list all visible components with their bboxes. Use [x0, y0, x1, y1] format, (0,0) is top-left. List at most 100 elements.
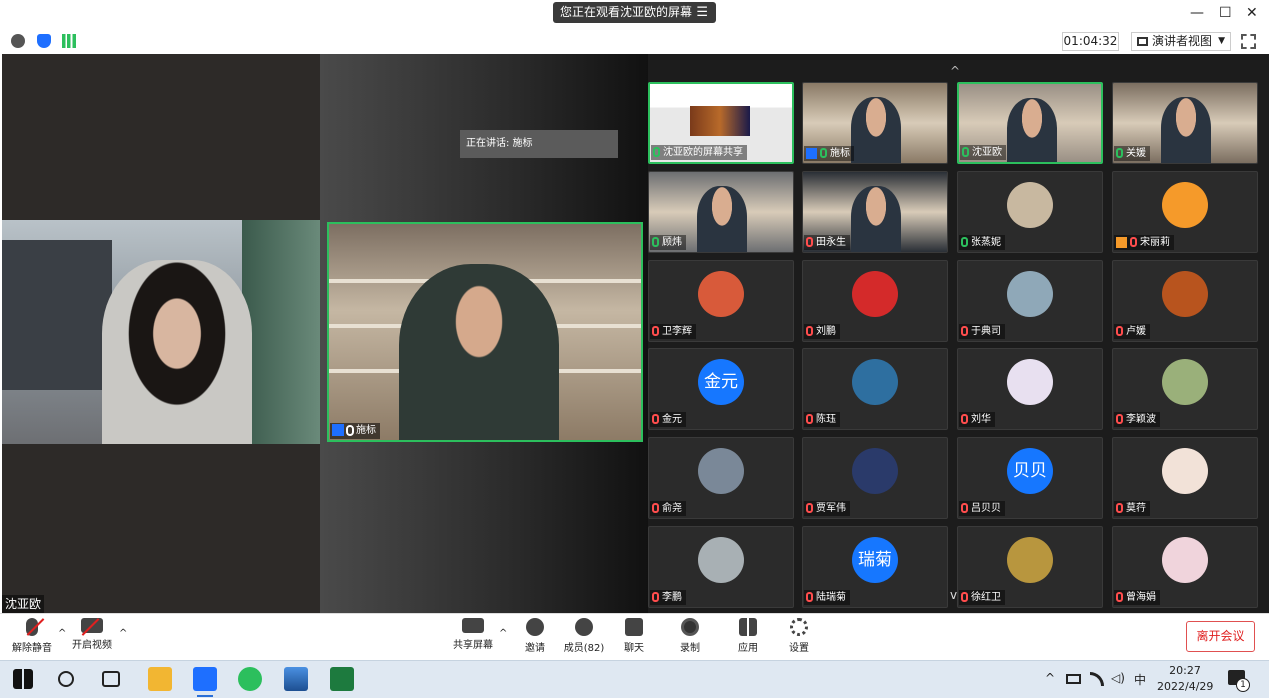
- participant-tile[interactable]: 李颖波: [1112, 348, 1258, 430]
- participant-tile[interactable]: 徐红卫: [957, 526, 1103, 608]
- participant-tile[interactable]: 曾海娟: [1112, 526, 1258, 608]
- scroll-up-icon[interactable]: ^: [950, 64, 960, 78]
- participant-tile[interactable]: 顾炜: [648, 171, 794, 253]
- video-options-caret[interactable]: ^: [119, 628, 127, 639]
- participant-name: 刘华: [971, 414, 991, 425]
- participant-tile[interactable]: 卫李辉: [648, 260, 794, 342]
- participant-name: 陈珏: [816, 414, 836, 425]
- ime-indicator[interactable]: 中: [1134, 671, 1146, 688]
- chevron-down-icon: ▼: [1218, 36, 1225, 46]
- participant-tile[interactable]: 宋丽莉: [1112, 171, 1258, 253]
- battery-icon[interactable]: [1066, 674, 1081, 684]
- volume-icon[interactable]: ◁): [1111, 671, 1125, 685]
- participant-tile[interactable]: 陈珏: [802, 348, 948, 430]
- show-hidden-icons[interactable]: ^: [1045, 671, 1055, 685]
- participant-tile[interactable]: 关媛: [1112, 82, 1258, 164]
- meeting-info-bar: 01:04:32 演讲者视图 ▼: [0, 28, 1269, 54]
- participant-name: 李鹏: [662, 592, 682, 603]
- participant-gallery[interactable]: ^ v 沈亚欧的屏幕共享 施标 沈亚欧 关媛 顾炜 田永生 张蒸妮 宋丽莉 卫李辉 刘鹏 于典司 卢媛…: [648, 54, 1269, 613]
- mic-muted-icon: [652, 414, 659, 424]
- view-mode-dropdown[interactable]: 演讲者视图 ▼: [1131, 32, 1231, 51]
- participant-avatar: [1007, 359, 1053, 405]
- participant-name: 施标: [830, 148, 850, 159]
- participant-name: 沈亚欧: [972, 147, 1002, 158]
- spreadsheet-app-icon[interactable]: [330, 667, 354, 691]
- participant-tile[interactable]: 瑞菊 陆瑞菊: [802, 526, 948, 608]
- participant-avatar: [698, 537, 744, 583]
- participant-tile[interactable]: 贾军伟: [802, 437, 948, 519]
- participant-name: 莫荇: [1126, 503, 1146, 514]
- participant-tile[interactable]: 刘华: [957, 348, 1103, 430]
- participant-avatar: [1007, 182, 1053, 228]
- info-icon[interactable]: [11, 34, 25, 48]
- mic-muted-icon: [1116, 592, 1123, 602]
- task-view-icon[interactable]: [102, 671, 120, 687]
- close-button[interactable]: ✕: [1246, 5, 1258, 21]
- participant-tile[interactable]: 李鹏: [648, 526, 794, 608]
- shield-icon[interactable]: [37, 34, 51, 48]
- chat-icon: [625, 618, 643, 636]
- share-screen-button[interactable]: 共享屏幕: [448, 618, 498, 658]
- participant-name: 张蒸妮: [971, 237, 1001, 248]
- wechat-icon[interactable]: [238, 667, 262, 691]
- participant-tile[interactable]: 金元 金元: [648, 348, 794, 430]
- participant-name-tag: 俞尧: [650, 501, 686, 516]
- participant-tile[interactable]: 莫荇: [1112, 437, 1258, 519]
- mic-muted-icon: [806, 592, 813, 602]
- participant-tile[interactable]: 沈亚欧: [957, 82, 1103, 164]
- mic-muted-icon: [652, 326, 659, 336]
- fullscreen-icon[interactable]: [1241, 34, 1256, 49]
- wifi-icon[interactable]: [1090, 672, 1104, 686]
- signal-icon[interactable]: [62, 34, 76, 48]
- participant-tile[interactable]: 于典司: [957, 260, 1103, 342]
- record-icon: [681, 618, 699, 636]
- participant-tile[interactable]: 沈亚欧的屏幕共享: [648, 82, 794, 164]
- record-button[interactable]: 录制: [665, 618, 715, 658]
- participant-name: 徐红卫: [971, 592, 1001, 603]
- participant-name-tag: 宋丽莉: [1114, 235, 1174, 250]
- mic-muted-icon: [1116, 414, 1123, 424]
- participant-name-tag: 顾炜: [650, 235, 686, 250]
- clock-time: 20:27: [1169, 664, 1201, 677]
- participant-name: 于典司: [971, 326, 1001, 337]
- participant-avatar: 金元: [698, 359, 744, 405]
- participant-avatar: 瑞菊: [852, 537, 898, 583]
- search-icon[interactable]: [58, 671, 74, 687]
- participant-avatar: [1162, 537, 1208, 583]
- maximize-button[interactable]: ☐: [1219, 5, 1232, 21]
- participant-tile[interactable]: 张蒸妮: [957, 171, 1103, 253]
- minimize-button[interactable]: —: [1190, 5, 1204, 21]
- photos-icon[interactable]: [284, 667, 308, 691]
- viewing-screen-banner[interactable]: 您正在观看沈亚欧的屏幕 ☰: [553, 2, 716, 23]
- participant-name-tag: 莫荇: [1114, 501, 1150, 516]
- participant-tile[interactable]: 刘鹏: [802, 260, 948, 342]
- participant-tile[interactable]: 俞尧: [648, 437, 794, 519]
- members-button[interactable]: 成员(82): [559, 618, 609, 658]
- start-video-button[interactable]: 开启视频: [67, 618, 117, 658]
- apps-icon: [739, 618, 757, 636]
- mic-muted-icon: [806, 414, 813, 424]
- settings-button[interactable]: 设置: [774, 618, 824, 658]
- invite-button[interactable]: 邀请: [510, 618, 560, 658]
- mic-muted-icon: [806, 237, 813, 247]
- unmute-button[interactable]: 解除静音: [7, 618, 57, 658]
- mic-icon: [346, 424, 354, 436]
- apps-button[interactable]: 应用: [723, 618, 773, 658]
- audio-options-caret[interactable]: ^: [58, 628, 66, 639]
- participant-tile[interactable]: 贝贝 吕贝贝: [957, 437, 1103, 519]
- window-titlebar: 您正在观看沈亚欧的屏幕 ☰ — ☐ ✕: [0, 0, 1269, 28]
- meeting-app-icon[interactable]: [193, 667, 217, 697]
- system-clock[interactable]: 20:27 2022/4/29: [1157, 663, 1213, 695]
- file-explorer-icon[interactable]: [148, 667, 172, 691]
- banner-menu-icon[interactable]: ☰: [696, 2, 708, 23]
- participant-tile[interactable]: 田永生: [802, 171, 948, 253]
- mic-muted-icon: [961, 592, 968, 602]
- leave-meeting-button[interactable]: 离开会议: [1186, 621, 1255, 652]
- windows-start-icon[interactable]: [13, 669, 33, 689]
- participant-tile[interactable]: 卢媛: [1112, 260, 1258, 342]
- share-options-caret[interactable]: ^: [499, 628, 507, 639]
- chat-button[interactable]: 聊天: [609, 618, 659, 658]
- participant-tile[interactable]: 施标: [802, 82, 948, 164]
- participant-avatar: 贝贝: [1007, 448, 1053, 494]
- shared-video-speaker: 施标: [327, 222, 643, 442]
